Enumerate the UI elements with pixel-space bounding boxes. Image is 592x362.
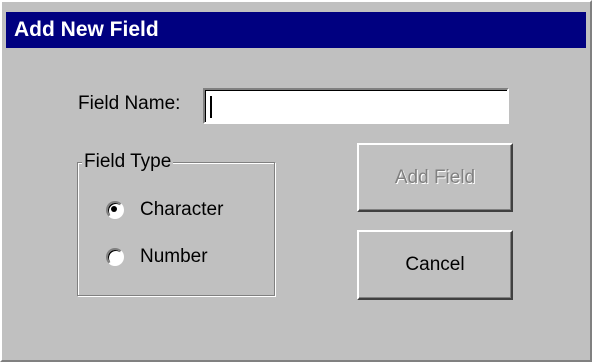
- field-name-input[interactable]: [203, 88, 509, 124]
- number-radio-label[interactable]: Number: [140, 245, 208, 269]
- add-field-button[interactable]: Add Field: [357, 143, 513, 212]
- number-radio-button[interactable]: [106, 248, 124, 266]
- field-type-legend: Field Type: [82, 150, 174, 174]
- field-name-label: Field Name:: [78, 93, 181, 114]
- dialog-title: Add New Field: [6, 12, 586, 48]
- add-new-field-dialog: Add New Field Field Name: Field Type Cha…: [0, 0, 592, 362]
- character-radio-button[interactable]: [106, 201, 124, 219]
- cancel-button[interactable]: Cancel: [357, 230, 513, 300]
- character-radio-label[interactable]: Character: [140, 198, 223, 222]
- field-type-groupbox: [77, 162, 275, 296]
- text-caret: [210, 96, 212, 118]
